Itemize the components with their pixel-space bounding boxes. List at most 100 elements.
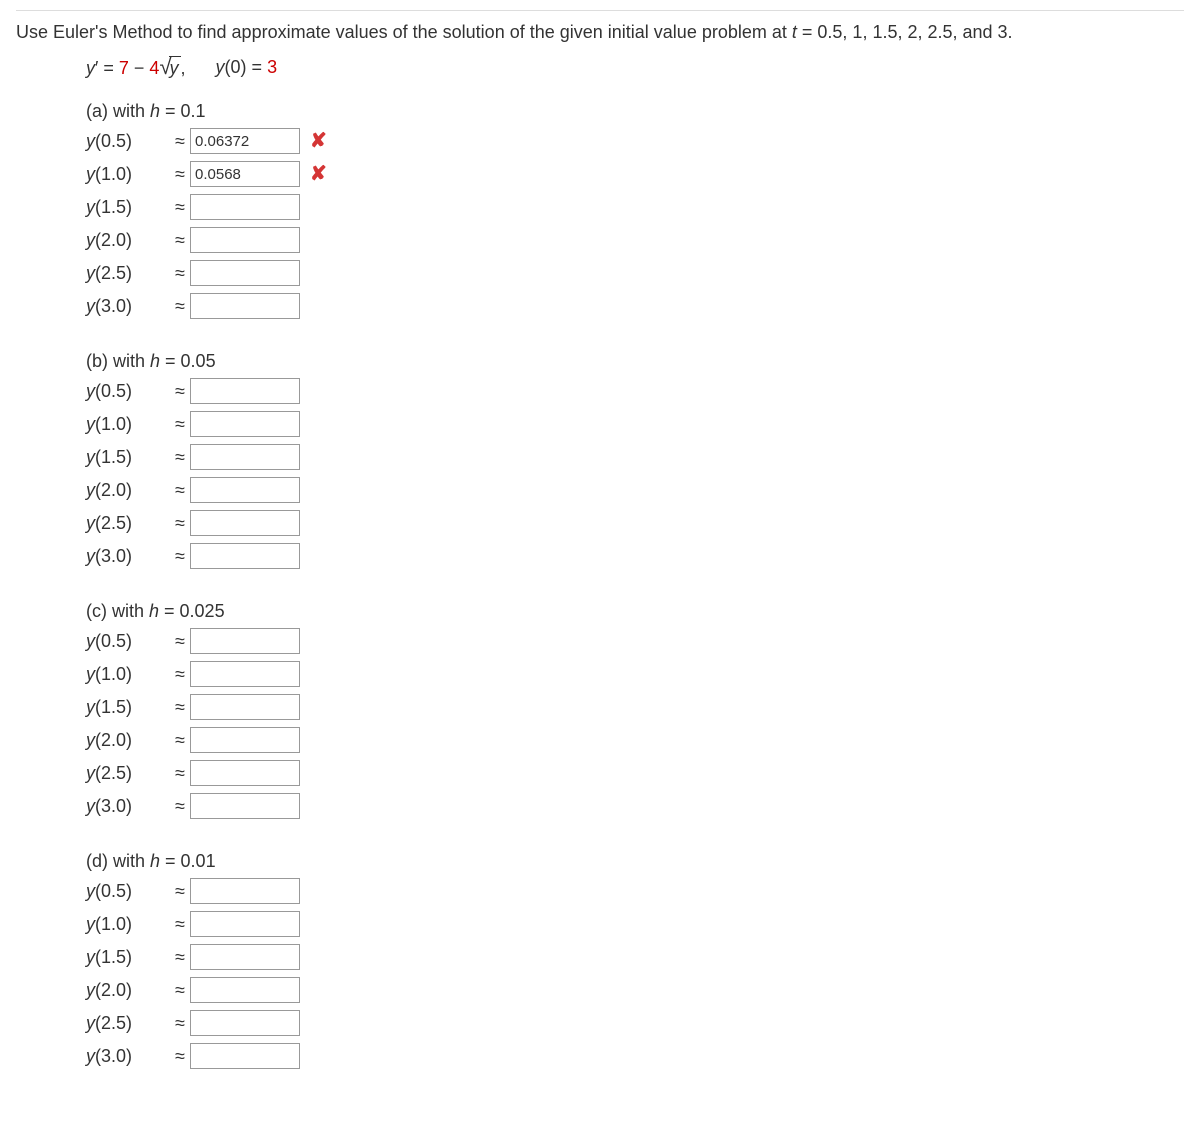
- answer-row: y(2.5)≈: [86, 508, 1184, 538]
- row-label: y(1.0): [86, 414, 170, 435]
- row-label: y(3.0): [86, 546, 170, 567]
- answer-input[interactable]: [190, 543, 300, 569]
- row-label: y(1.0): [86, 914, 170, 935]
- ic-value: 3: [267, 57, 277, 77]
- answer-input[interactable]: [190, 227, 300, 253]
- approx-symbol: ≈: [170, 1046, 190, 1067]
- approx-symbol: ≈: [170, 881, 190, 902]
- part-prefix: (a) with: [86, 101, 150, 121]
- minus: −: [129, 58, 150, 78]
- label-arg: (2.5): [95, 763, 132, 783]
- approx-symbol: ≈: [170, 480, 190, 501]
- answer-input[interactable]: [190, 727, 300, 753]
- label-arg: (0.5): [95, 131, 132, 151]
- part-header: (d) with h = 0.01: [86, 851, 1184, 872]
- label-y: y: [86, 763, 95, 783]
- part-a: (a) with h = 0.1y(0.5)≈✘y(1.0)≈✘y(1.5)≈y…: [86, 101, 1184, 321]
- answer-input[interactable]: [190, 944, 300, 970]
- answer-row: y(1.5)≈: [86, 942, 1184, 972]
- question-container: { "instruction": { "text_before_t": "Use…: [0, 0, 1200, 1141]
- label-arg: (0.5): [95, 381, 132, 401]
- label-y: y: [86, 230, 95, 250]
- sqrt: √y: [159, 56, 180, 79]
- label-y: y: [86, 480, 95, 500]
- row-label: y(1.5): [86, 947, 170, 968]
- label-y: y: [86, 980, 95, 1000]
- approx-symbol: ≈: [170, 730, 190, 751]
- label-arg: (2.0): [95, 980, 132, 1000]
- answer-row: y(2.5)≈: [86, 758, 1184, 788]
- label-arg: (1.5): [95, 197, 132, 217]
- label-y: y: [86, 796, 95, 816]
- var-h: h: [149, 601, 159, 621]
- label-arg: (2.5): [95, 263, 132, 283]
- answer-input[interactable]: [190, 128, 300, 154]
- answer-input[interactable]: [190, 293, 300, 319]
- label-y: y: [86, 131, 95, 151]
- label-arg: (1.5): [95, 947, 132, 967]
- label-y: y: [86, 381, 95, 401]
- part-prefix: (b) with: [86, 351, 150, 371]
- var-y: y: [86, 58, 95, 78]
- answer-row: y(2.0)≈: [86, 975, 1184, 1005]
- approx-symbol: ≈: [170, 796, 190, 817]
- answer-input[interactable]: [190, 510, 300, 536]
- answer-row: y(3.0)≈: [86, 541, 1184, 571]
- label-y: y: [86, 546, 95, 566]
- row-label: y(0.5): [86, 631, 170, 652]
- approx-symbol: ≈: [170, 131, 190, 152]
- label-arg: (1.0): [95, 414, 132, 434]
- label-arg: (2.5): [95, 513, 132, 533]
- answer-input[interactable]: [190, 661, 300, 687]
- approx-symbol: ≈: [170, 230, 190, 251]
- answer-input[interactable]: [190, 628, 300, 654]
- var-h: h: [150, 101, 160, 121]
- approx-symbol: ≈: [170, 263, 190, 284]
- answer-input[interactable]: [190, 878, 300, 904]
- answer-row: y(0.5)≈: [86, 376, 1184, 406]
- answer-input[interactable]: [190, 477, 300, 503]
- answer-input[interactable]: [190, 1043, 300, 1069]
- approx-symbol: ≈: [170, 697, 190, 718]
- approx-symbol: ≈: [170, 414, 190, 435]
- var-h: h: [150, 351, 160, 371]
- part-suffix: = 0.05: [160, 351, 216, 371]
- label-arg: (1.5): [95, 447, 132, 467]
- answer-input[interactable]: [190, 911, 300, 937]
- label-arg: (2.0): [95, 480, 132, 500]
- coef-7: 7: [119, 58, 129, 78]
- answer-input[interactable]: [190, 411, 300, 437]
- answer-input[interactable]: [190, 793, 300, 819]
- row-label: y(0.5): [86, 381, 170, 402]
- answer-input[interactable]: [190, 977, 300, 1003]
- label-arg: (0.5): [95, 881, 132, 901]
- part-suffix: = 0.025: [159, 601, 225, 621]
- label-y: y: [86, 296, 95, 316]
- instruction-after: = 0.5, 1, 1.5, 2, 2.5, and 3.: [797, 22, 1013, 42]
- answer-input[interactable]: [190, 260, 300, 286]
- label-y: y: [86, 1013, 95, 1033]
- part-prefix: (d) with: [86, 851, 150, 871]
- answer-input[interactable]: [190, 378, 300, 404]
- answer-input[interactable]: [190, 161, 300, 187]
- divider: [16, 10, 1184, 11]
- part-header: (b) with h = 0.05: [86, 351, 1184, 372]
- label-y: y: [86, 164, 95, 184]
- label-arg: (1.5): [95, 697, 132, 717]
- row-label: y(2.0): [86, 230, 170, 251]
- answer-input[interactable]: [190, 694, 300, 720]
- row-label: y(1.5): [86, 697, 170, 718]
- label-arg: (2.5): [95, 1013, 132, 1033]
- row-label: y(2.5): [86, 763, 170, 784]
- answer-input[interactable]: [190, 444, 300, 470]
- approx-symbol: ≈: [170, 631, 190, 652]
- approx-symbol: ≈: [170, 513, 190, 534]
- ic-paren: (0) =: [225, 57, 268, 77]
- answer-input[interactable]: [190, 1010, 300, 1036]
- wrong-icon: ✘: [310, 164, 327, 184]
- answer-row: y(0.5)≈: [86, 626, 1184, 656]
- answer-input[interactable]: [190, 194, 300, 220]
- part-suffix: = 0.1: [160, 101, 206, 121]
- answer-input[interactable]: [190, 760, 300, 786]
- answer-row: y(1.0)≈: [86, 659, 1184, 689]
